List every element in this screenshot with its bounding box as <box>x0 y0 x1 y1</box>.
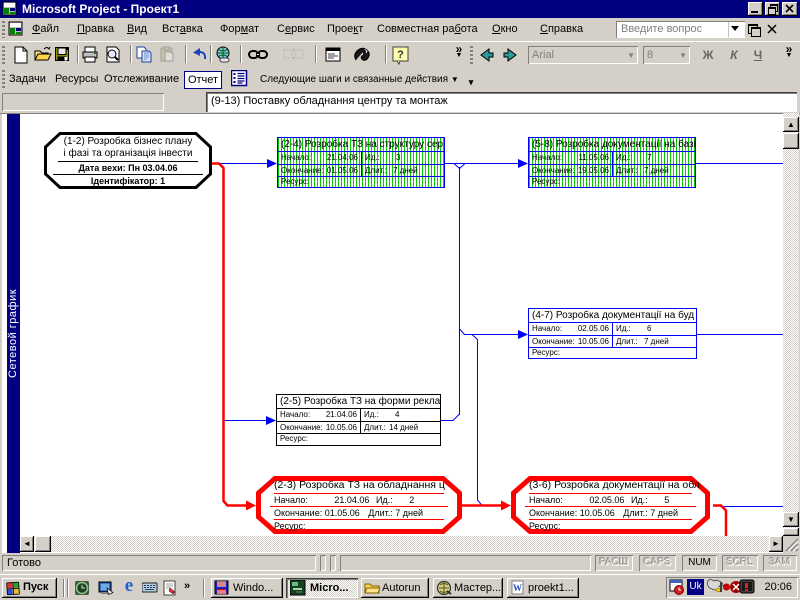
svg-text:W: W <box>513 583 522 593</box>
svg-text:?: ? <box>397 49 404 61</box>
